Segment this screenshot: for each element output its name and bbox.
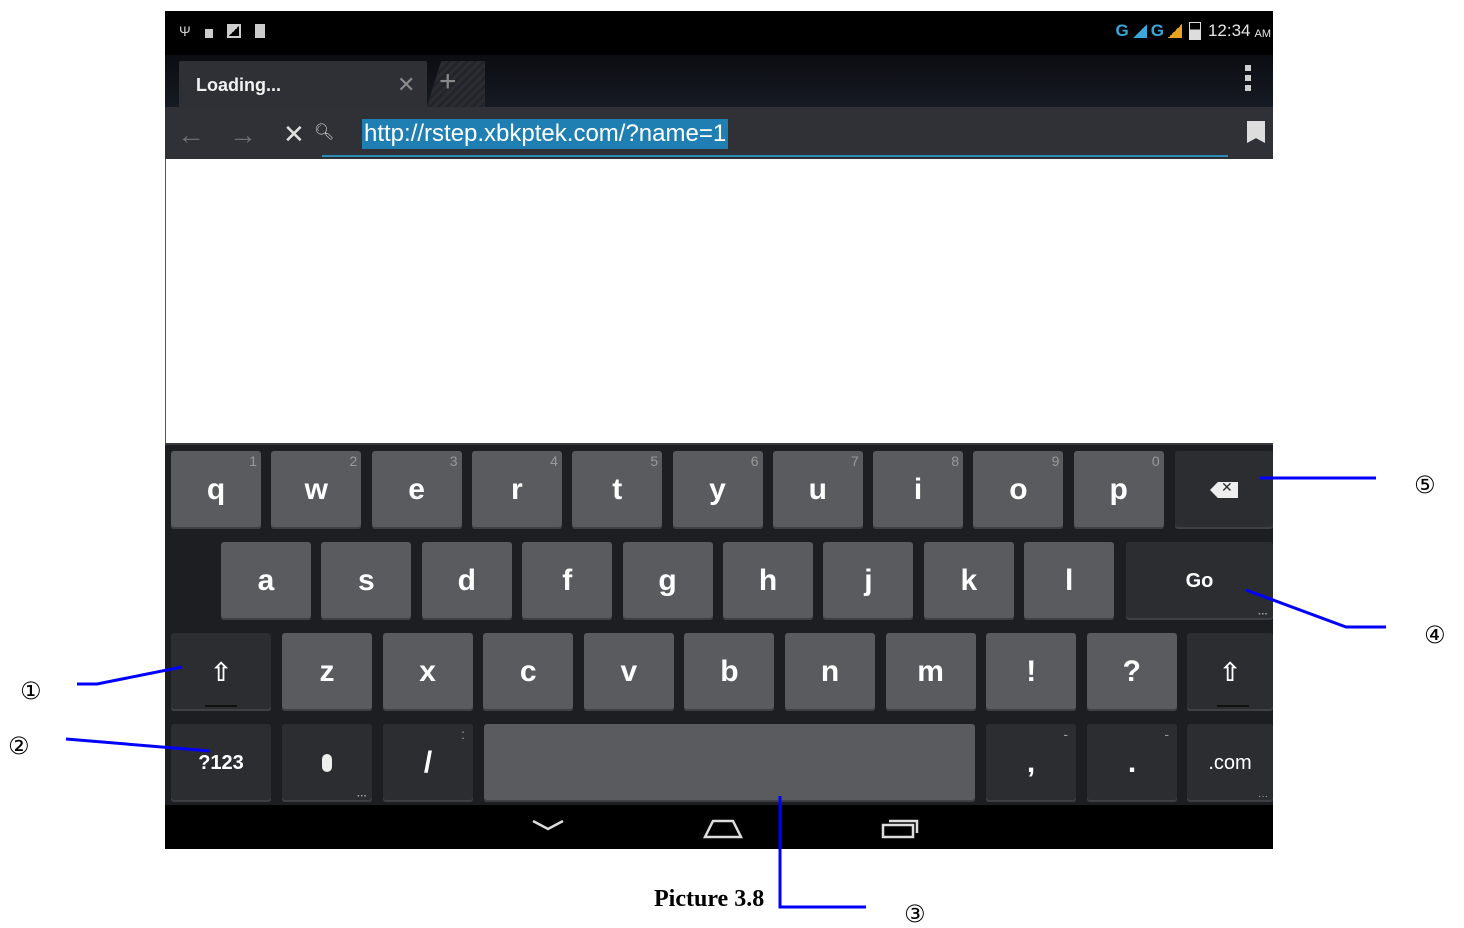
callout-5: ⑤ [1414,471,1436,499]
callout-2: ② [8,732,30,760]
figure-caption: Picture 3.8 [654,886,765,912]
callout-lines [65,476,1386,909]
callout-line-1 [77,665,183,686]
callout-1: ① [20,677,42,705]
callout-3: ③ [904,900,926,928]
callout-line-3 [778,796,866,909]
callout-line-2 [65,737,211,753]
callout-4: ④ [1424,621,1446,649]
callout-line-4 [1245,588,1386,629]
